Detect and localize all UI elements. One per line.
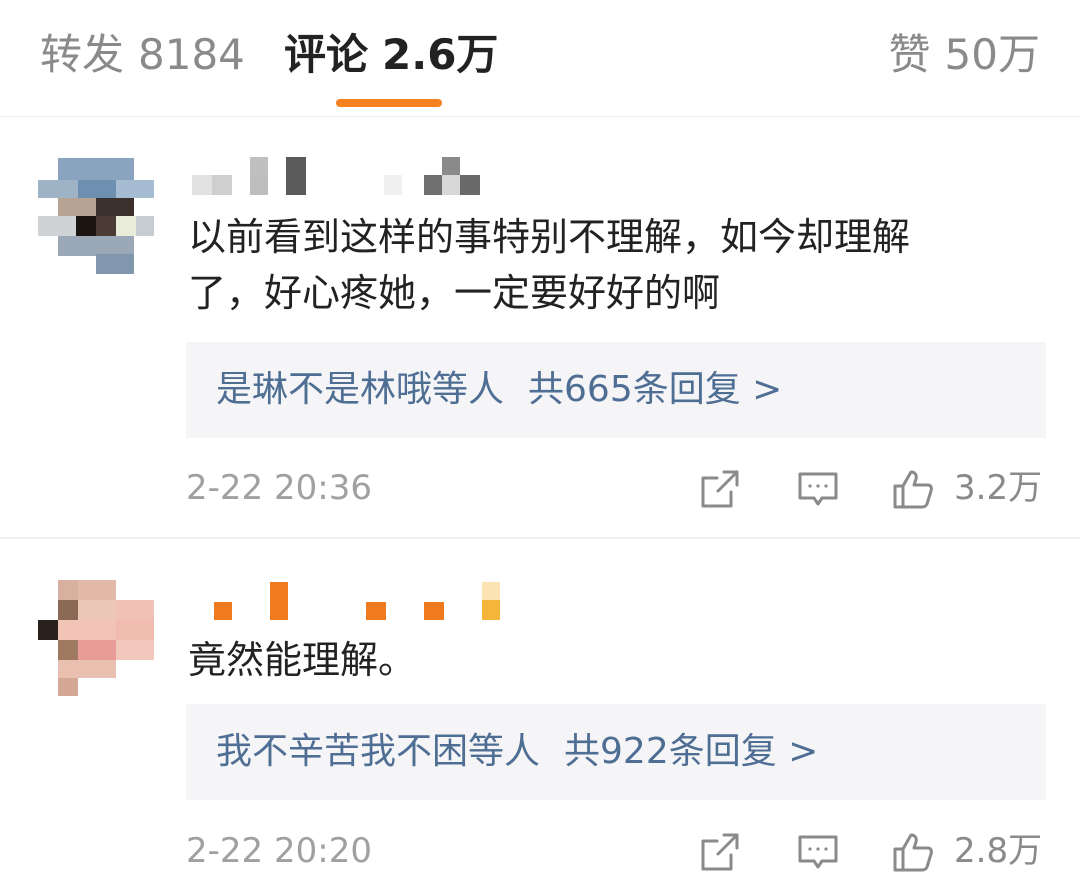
reply-count: 共922条回复 >	[564, 731, 819, 772]
tab-repost-count: 8184	[138, 30, 245, 79]
comment-time: 2-22 20:20	[186, 831, 372, 871]
tab-likes-count: 50万	[944, 30, 1040, 79]
replies-preview[interactable]: 我不辛苦我不困等人 共922条回复 >	[186, 704, 1046, 800]
tab-comments-count: 2.6万	[382, 30, 499, 79]
like-count: 3.2万	[954, 468, 1043, 508]
comment-item: 以前看到这样的事特别不理解，如今却理解 了，好心疼她，一定要好好的啊 是琳不是林…	[0, 117, 1080, 537]
tab-repost[interactable]: 转发 8184	[40, 28, 245, 82]
replies-link[interactable]: 我不辛苦我不困等人 共922条回复 >	[216, 728, 818, 776]
tab-likes[interactable]: 赞 50万	[889, 28, 1040, 82]
comment-time: 2-22 20:36	[186, 468, 372, 508]
comment-text-line: 竟然能理解。	[188, 638, 417, 682]
comment-footer: 2-22 20:36 3.2万	[186, 463, 1046, 513]
reply-users: 是琳不是林哦等人	[216, 369, 505, 410]
tab-repost-label: 转发	[40, 30, 125, 79]
thumbs-up-icon[interactable]	[891, 830, 935, 874]
comment-text: 竟然能理解。	[188, 632, 1008, 688]
tab-likes-label: 赞	[888, 30, 931, 79]
comment-icon[interactable]	[796, 830, 840, 874]
reply-users: 我不辛苦我不困等人	[216, 731, 541, 772]
replies-preview[interactable]: 是琳不是林哦等人 共665条回复 >	[186, 342, 1046, 438]
comment-text: 以前看到这样的事特别不理解，如今却理解 了，好心疼她，一定要好好的啊	[188, 209, 1008, 321]
thumbs-up-icon[interactable]	[891, 467, 935, 511]
avatar[interactable]	[38, 158, 154, 274]
replies-link[interactable]: 是琳不是林哦等人 共665条回复 >	[216, 366, 782, 414]
avatar[interactable]	[38, 580, 154, 696]
active-tab-indicator	[336, 99, 442, 107]
username-censored[interactable]	[188, 580, 508, 620]
username-censored[interactable]	[188, 157, 508, 197]
share-icon[interactable]	[698, 467, 742, 511]
comment-item: 竟然能理解。 我不辛苦我不困等人 共922条回复 > 2-22 20:20 2.8…	[0, 538, 1080, 892]
comment-text-line: 以前看到这样的事特别不理解，如今却理解	[188, 215, 911, 259]
share-icon[interactable]	[698, 830, 742, 874]
like-count: 2.8万	[954, 831, 1043, 871]
tab-bar: 转发 8184 评论 2.6万 赞 50万	[0, 0, 1080, 116]
tab-comments[interactable]: 评论 2.6万	[284, 28, 498, 82]
comment-icon[interactable]	[796, 467, 840, 511]
comment-text-line: 了，好心疼她，一定要好好的啊	[188, 271, 721, 315]
comment-footer: 2-22 20:20 2.8万	[186, 826, 1046, 876]
reply-count: 共665条回复 >	[528, 369, 783, 410]
tab-comments-label: 评论	[284, 30, 369, 79]
